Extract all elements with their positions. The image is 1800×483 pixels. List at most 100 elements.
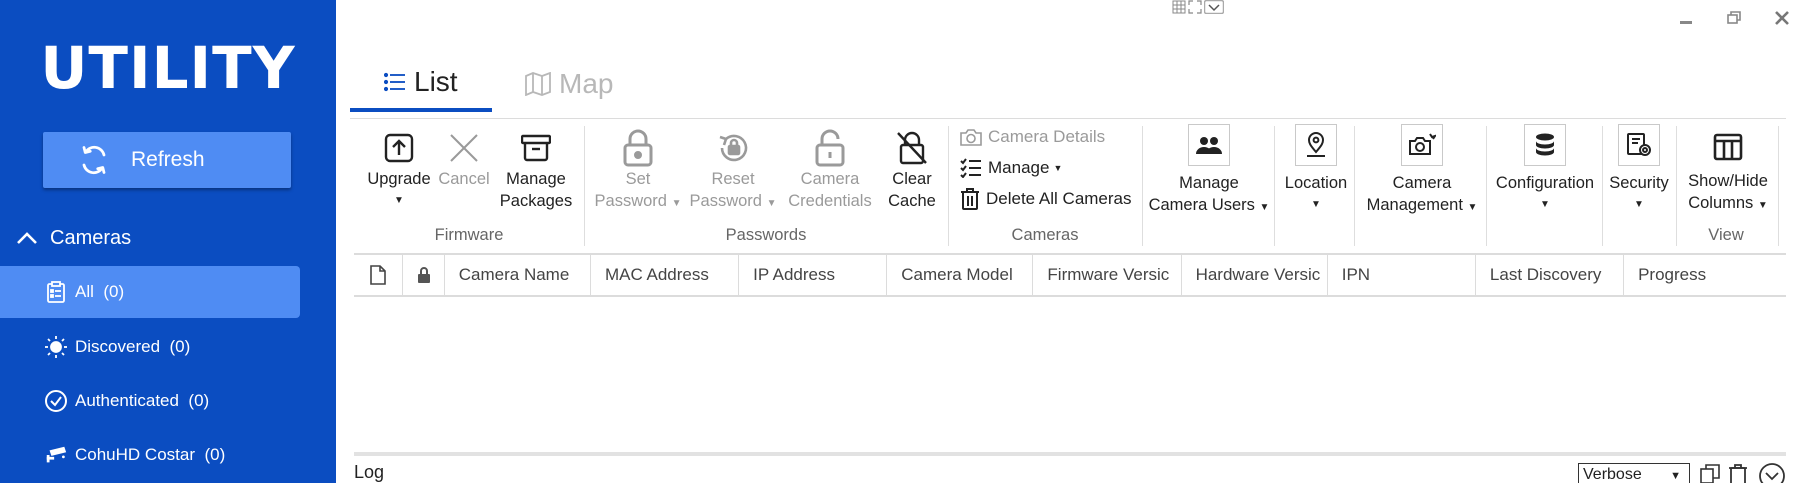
unlock-icon: [815, 129, 845, 167]
camera-table-header: Camera Name MAC Address IP Address Camer…: [354, 253, 1786, 297]
x-icon: [450, 134, 478, 162]
users-icon: [1196, 137, 1222, 154]
close-button[interactable]: [1770, 8, 1794, 28]
list-icon: [384, 72, 405, 92]
expand-icon[interactable]: [1188, 0, 1202, 14]
sidebar-item-all[interactable]: All (0): [0, 266, 300, 318]
sidebar-item-discovered[interactable]: Discovered (0): [0, 321, 300, 373]
column-header-progress[interactable]: Progress: [1624, 255, 1786, 295]
column-header-ipn[interactable]: IPN: [1328, 255, 1476, 295]
reset-password-label-1: Reset: [711, 170, 755, 188]
reset-lock-icon: [719, 134, 748, 162]
column-header-last-discovery[interactable]: Last Discovery: [1476, 255, 1625, 295]
caret-down-icon: ▼: [1540, 199, 1550, 210]
clear-lock-icon: [897, 131, 927, 165]
map-icon: [525, 72, 551, 96]
chevron-down-icon[interactable]: [1204, 0, 1224, 14]
reset-password-button[interactable]: Reset Password ▼: [686, 128, 780, 215]
caret-down-icon: ▼: [394, 195, 404, 206]
camera-credentials-button[interactable]: Camera Credentials: [784, 128, 876, 212]
location-label: Location: [1284, 174, 1348, 192]
sidebar-item-label: Discovered: [75, 337, 161, 356]
refresh-button[interactable]: Refresh: [43, 132, 291, 188]
column-header-hardware-version[interactable]: Hardware Versic: [1182, 255, 1328, 295]
checklist-icon: [960, 158, 981, 178]
lock-icon: [623, 129, 653, 167]
lock-column-header[interactable]: [403, 255, 445, 295]
sidebar-item-label: All: [75, 282, 94, 301]
tab-map[interactable]: Map: [525, 56, 645, 112]
caret-down-icon: ▼: [766, 198, 777, 209]
sidebar-item-count: (0): [204, 445, 226, 464]
group-label-firmware: Firmware: [434, 226, 504, 244]
security-button[interactable]: Security ▼: [1604, 124, 1674, 216]
trash-icon[interactable]: [1728, 464, 1748, 483]
chevron-up-icon: [17, 232, 37, 244]
upgrade-button[interactable]: Upgrade ▼: [362, 128, 436, 212]
show-hide-label-1: Show/Hide: [1688, 172, 1768, 190]
manage-camera-users-button[interactable]: Manage Camera Users ▼: [1148, 124, 1270, 219]
sidebar-item-authenticated[interactable]: Authenticated (0): [0, 375, 300, 427]
camera-management-label-1: Camera: [1392, 174, 1452, 192]
database-config-icon: [1536, 133, 1554, 156]
sidebar-item-cohuhd-costar[interactable]: CohuHD Costar (0): [0, 429, 300, 481]
manage-dropdown-button[interactable]: Manage ▼: [960, 155, 1062, 181]
sidebar-item-label: Authenticated: [75, 391, 179, 410]
column-header-camera-model[interactable]: Camera Model: [887, 255, 1034, 295]
clear-cache-label-2: Cache: [888, 192, 936, 210]
file-column-header[interactable]: [354, 255, 404, 295]
caret-down-icon: ▼: [1311, 199, 1321, 210]
log-splitter[interactable]: [354, 452, 1786, 456]
set-password-button[interactable]: Set Password ▼: [594, 128, 682, 215]
ribbon-separator: [1778, 126, 1779, 246]
cameras-section-label: Cameras: [50, 226, 132, 249]
cancel-button[interactable]: Cancel: [436, 128, 492, 190]
quick-toolbar: [1172, 0, 1224, 14]
reset-password-label-2: Password: [689, 192, 762, 210]
camera-management-button[interactable]: Camera Management ▼: [1360, 124, 1484, 219]
column-header-camera-name[interactable]: Camera Name: [445, 255, 591, 295]
grid-icon[interactable]: [1172, 0, 1186, 14]
sidebar-item-label: CohuHD Costar: [75, 445, 195, 464]
app-title: UTILITY: [40, 34, 296, 102]
check-circle-icon: [44, 389, 68, 413]
ribbon-separator: [1274, 126, 1275, 246]
camera-details-button[interactable]: Camera Details: [960, 124, 1105, 150]
camera-details-label: Camera Details: [988, 127, 1106, 146]
trash-icon: [961, 188, 979, 210]
column-header-mac-address[interactable]: MAC Address: [591, 255, 740, 295]
cancel-label: Cancel: [438, 170, 490, 188]
sidebar: UTILITY Refresh Cameras All (0) Discover…: [0, 0, 336, 483]
configuration-label: Configuration: [1495, 174, 1595, 192]
caret-down-icon: ▼: [1259, 202, 1270, 213]
caret-down-icon: ▼: [1467, 202, 1478, 213]
lock-icon: [417, 267, 430, 283]
show-hide-columns-button[interactable]: Show/Hide Columns ▼: [1680, 124, 1776, 217]
minimize-button[interactable]: [1674, 8, 1698, 28]
restore-button[interactable]: [1722, 8, 1746, 28]
upgrade-label: Upgrade: [367, 170, 431, 188]
delete-all-cameras-button[interactable]: Delete All Cameras: [960, 186, 1132, 212]
set-password-label-2: Password: [594, 192, 667, 210]
security-certificate-icon: [1627, 133, 1651, 156]
column-header-firmware-version[interactable]: Firmware Versic: [1033, 255, 1182, 295]
ribbon-separator: [1142, 126, 1143, 246]
cameras-section-toggle[interactable]: Cameras: [0, 220, 336, 256]
copy-icon[interactable]: [1700, 464, 1720, 483]
security-label: Security: [1609, 174, 1669, 192]
caret-down-icon: ▼: [1634, 199, 1644, 210]
location-button[interactable]: Location ▼: [1280, 124, 1352, 216]
column-header-ip-address[interactable]: IP Address: [739, 255, 888, 295]
log-label: Log: [354, 462, 385, 482]
configuration-button[interactable]: Configuration ▼: [1490, 124, 1600, 216]
manage-camera-users-label-2: Camera Users: [1148, 196, 1255, 214]
manage-packages-button[interactable]: Manage Packages: [496, 128, 576, 212]
clear-cache-button[interactable]: Clear Cache: [880, 128, 944, 212]
log-level-select[interactable]: Verbose ▼: [1578, 463, 1690, 483]
tab-list[interactable]: List: [350, 56, 492, 112]
tab-map-label: Map: [559, 68, 614, 99]
chevron-down-circle-icon[interactable]: [1758, 462, 1786, 483]
refresh-icon: [82, 145, 106, 175]
file-icon: [370, 265, 386, 285]
clear-cache-label-1: Clear: [892, 170, 932, 188]
